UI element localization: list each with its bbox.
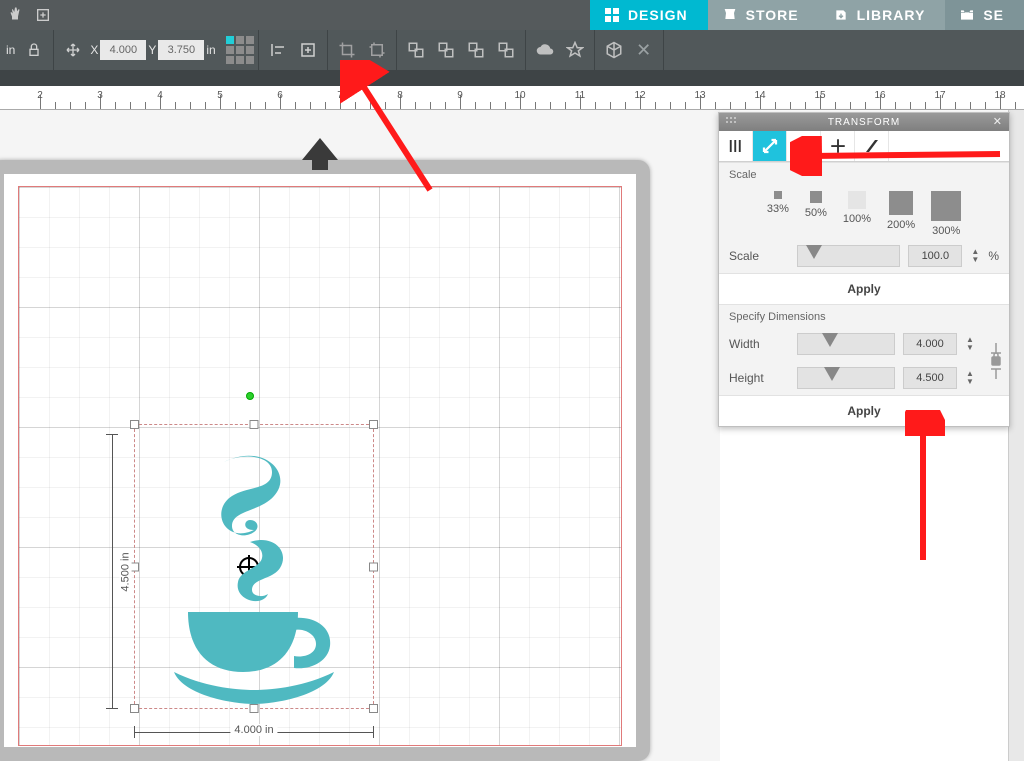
hand-tool-icon[interactable] [4,4,26,26]
horizontal-ruler: 23456789101112131415161718 [0,86,1024,110]
cutting-mat: 4.500 in 4.000 in [0,160,650,761]
tab-library-label: LIBRARY [857,7,926,23]
scale-preset-50%[interactable]: 50% [805,191,827,237]
scale-preset-label: 50% [805,207,827,219]
scale-preset-label: 33% [767,203,789,215]
width-indicator: 4.000 in [134,722,374,742]
scale-preset-label: 200% [887,219,915,231]
replicate-a-icon[interactable] [401,35,431,65]
transform-panel-icon[interactable] [293,35,323,65]
panel-tab-shear[interactable] [855,131,889,161]
options-bar: in X Y in [0,30,1024,70]
tab-store[interactable]: STORE [708,0,819,30]
crop-icon[interactable] [332,35,362,65]
width-slider[interactable] [797,333,895,355]
tab-send-label: SE [983,7,1004,23]
panel-tab-move[interactable] [821,131,855,161]
scale-preset-300%[interactable]: 300% [931,191,961,237]
panel-grip-icon[interactable] [725,116,737,128]
scale-percent-label: % [988,249,999,263]
height-value-input[interactable] [903,367,957,389]
scale-preset-100%[interactable]: 100% [843,191,871,237]
tab-design[interactable]: DESIGN [590,0,708,30]
tab-library[interactable]: LIBRARY [819,0,946,30]
lock-icon[interactable] [19,35,49,65]
3d-icon[interactable] [599,35,629,65]
panel-close-icon[interactable]: ✕ [993,115,1003,128]
position-unit: in [206,43,215,57]
main-tab-bar: DESIGN STORE LIBRARY SE [0,0,1024,30]
dimensions-apply-button[interactable]: Apply [719,395,1009,426]
panel-tab-align[interactable] [719,131,753,161]
cloud-icon[interactable] [530,35,560,65]
x-label: X [90,43,98,57]
close-options-icon[interactable]: ✕ [629,35,659,65]
resize-handle[interactable] [130,704,139,713]
scale-section-header: Scale [719,162,1009,185]
align-panel-icon[interactable] [263,35,293,65]
design-artwork[interactable] [154,454,354,709]
vertical-scrollbar[interactable] [1008,110,1024,761]
y-label: Y [148,43,156,57]
height-indicator-label: 4.500 in [120,548,132,595]
dimensions-section-header: Specify Dimensions [719,304,1009,327]
rotation-handle[interactable] [246,392,254,400]
annotation-arrow-3 [905,410,945,570]
width-spinner[interactable]: ▲▼ [965,336,975,352]
y-position-input[interactable] [158,40,204,60]
scale-presets: 33% 50% 100% 200% 300% [719,185,1009,239]
position-swatches[interactable] [226,36,254,64]
x-position-input[interactable] [100,40,146,60]
scale-preset-label: 300% [932,225,960,237]
scale-preset-33%[interactable]: 33% [767,191,789,237]
resize-handle[interactable] [369,704,378,713]
replicate-b-icon[interactable] [431,35,461,65]
scale-label: Scale [729,249,789,263]
dark-strip [0,70,1024,86]
new-doc-icon[interactable] [32,4,54,26]
height-spinner[interactable]: ▲▼ [965,370,975,386]
crop-alt-icon[interactable] [362,35,392,65]
move-icon[interactable] [58,35,88,65]
panel-tab-row [719,131,1009,162]
options-left-unit: in [6,43,15,57]
scale-spinner[interactable]: ▲▼ [970,248,980,264]
scale-preset-200%[interactable]: 200% [887,191,915,237]
scale-value-input[interactable] [908,245,962,267]
transform-panel: TRANSFORM ✕ Scale 33% 50% 100% 200% 300% Sca… [718,112,1010,427]
resize-handle[interactable] [250,420,259,429]
aspect-lock-icon[interactable] [989,341,1003,381]
tab-send[interactable]: SE [945,0,1024,30]
scale-preset-label: 100% [843,213,871,225]
replicate-c-icon[interactable] [461,35,491,65]
panel-tab-scale[interactable] [753,131,787,161]
panel-tab-rotate[interactable] [787,131,821,161]
replicate-d-icon[interactable] [491,35,521,65]
resize-handle[interactable] [369,420,378,429]
workspace[interactable]: 4.500 in 4.000 in [0,110,720,761]
height-label: Height [729,371,789,385]
resize-handle[interactable] [130,420,139,429]
resize-handle[interactable] [369,562,378,571]
panel-titlebar[interactable]: TRANSFORM ✕ [719,113,1009,131]
height-indicator: 4.500 in [102,434,122,709]
width-value-input[interactable] [903,333,957,355]
star-icon[interactable] [560,35,590,65]
scale-apply-button[interactable]: Apply [719,273,1009,304]
height-slider[interactable] [797,367,895,389]
tab-design-label: DESIGN [628,7,688,23]
panel-title: TRANSFORM [828,117,900,128]
load-arrow-icon [302,138,338,160]
tab-store-label: STORE [746,7,799,23]
scale-slider[interactable] [797,245,900,267]
width-indicator-label: 4.000 in [230,724,277,736]
width-label: Width [729,337,789,351]
